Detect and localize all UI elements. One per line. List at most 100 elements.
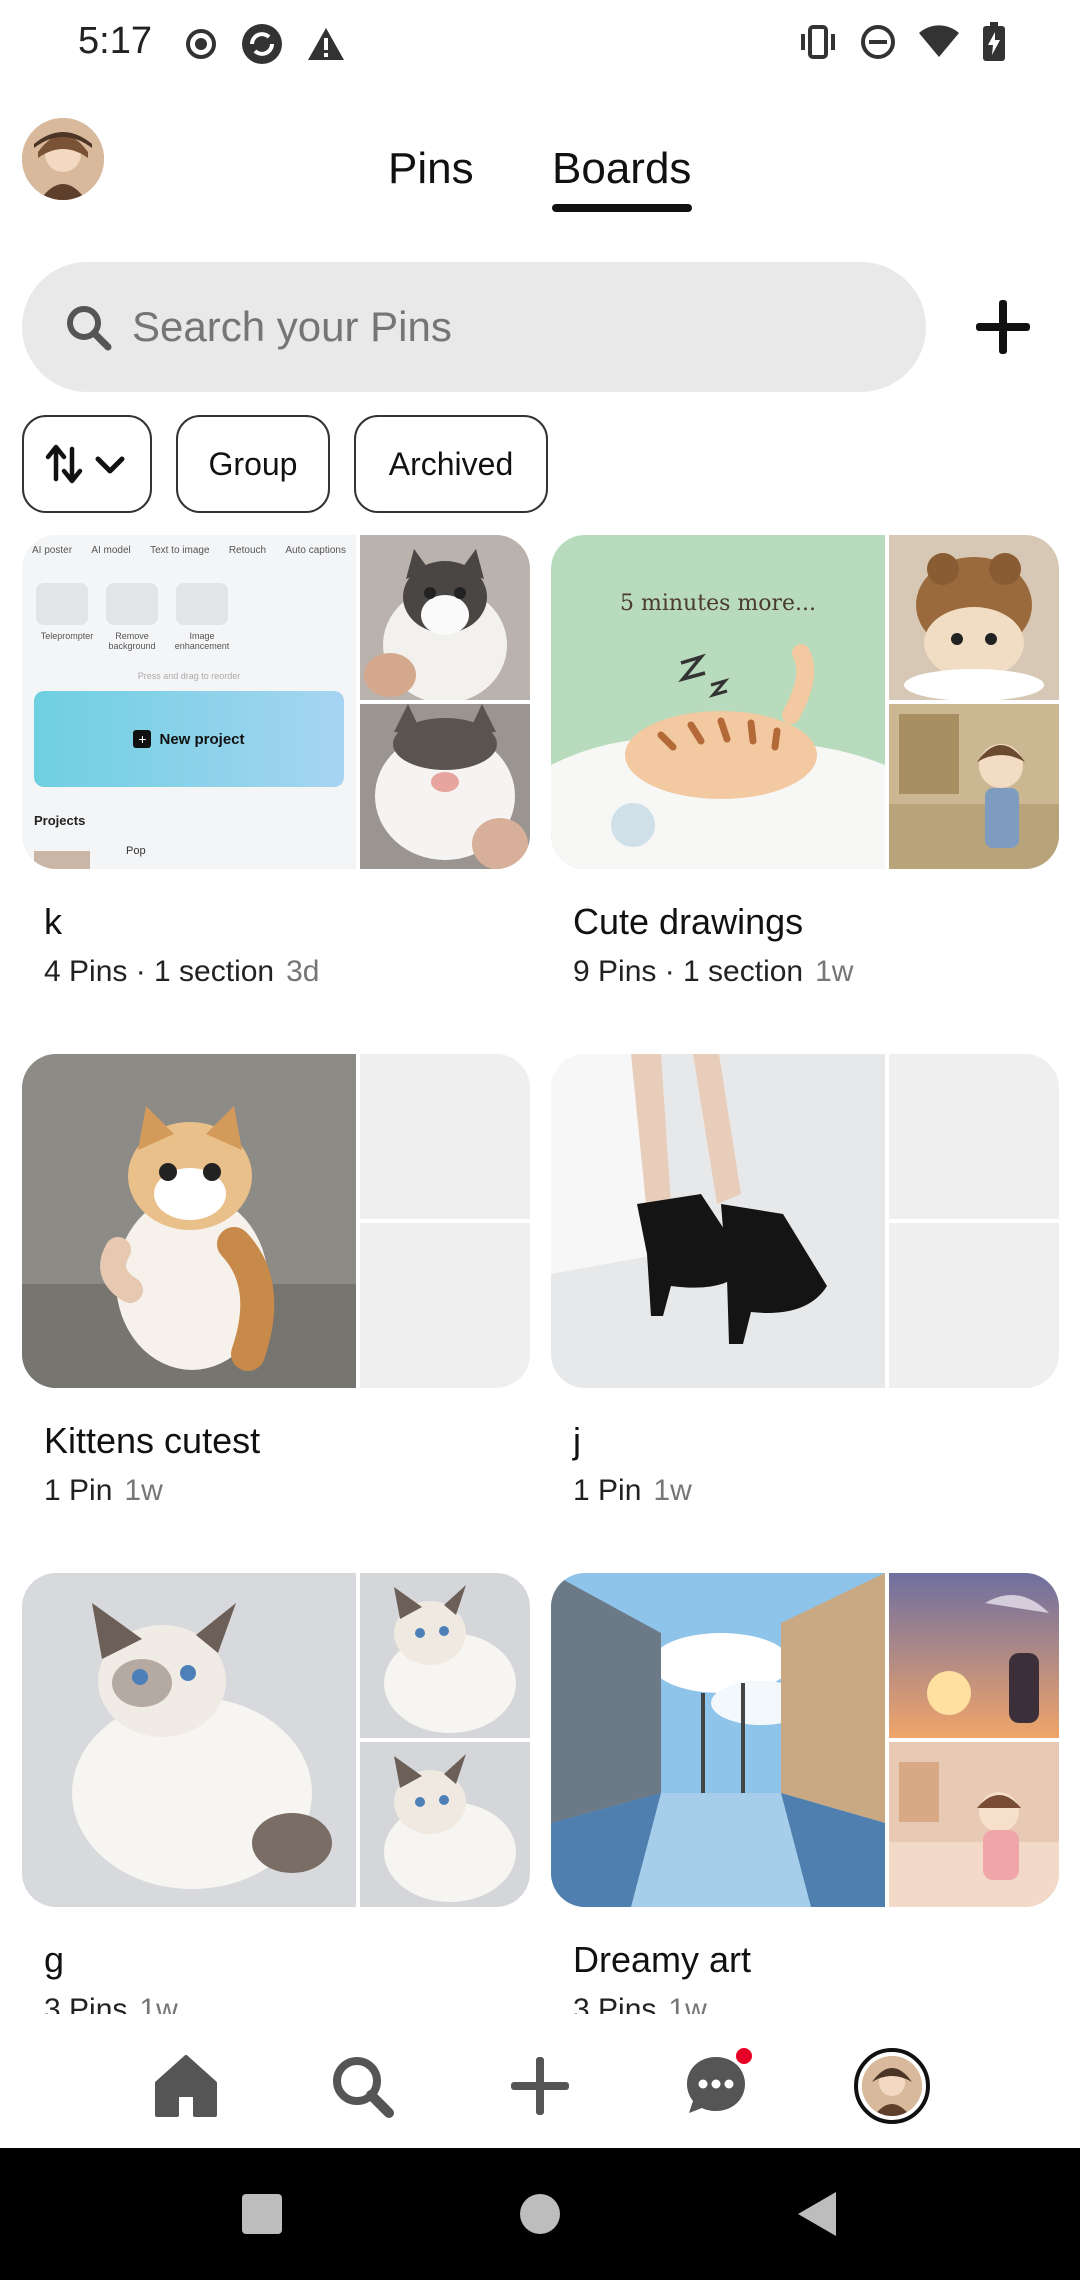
board-cover-image-ragdoll-cat — [360, 1573, 530, 1738]
status-bar: 5:17 — [0, 0, 1080, 88]
board-cover-placeholder — [889, 1054, 1059, 1219]
tool-label: Image enhancement — [174, 631, 230, 651]
board-cover-image-shoes — [551, 1054, 885, 1388]
board-title: Kittens cutest — [44, 1420, 261, 1461]
tool-label: Teleprompter — [40, 631, 94, 641]
nav-create[interactable] — [500, 2046, 580, 2126]
wifi-icon — [919, 25, 959, 57]
reorder-hint: Press and drag to reorder — [137, 671, 241, 681]
add-board-button[interactable] — [968, 292, 1038, 362]
profile-avatar — [854, 2048, 930, 2124]
vibrate-icon — [801, 25, 835, 59]
tab-bar: Pins Boards — [0, 130, 1080, 230]
menu-item: AI model — [91, 545, 131, 556]
board-cover-image-ragdoll-cat — [360, 1742, 530, 1907]
board-cover-image-anime-girl — [889, 704, 1059, 869]
active-tab-indicator — [552, 204, 692, 212]
record-icon — [186, 29, 216, 59]
board-meta: 9 Pins · 1 section 1w — [573, 955, 853, 989]
search-icon — [333, 2057, 394, 2118]
plus-icon — [976, 300, 1030, 354]
board-cover-placeholder — [889, 1223, 1059, 1388]
board-card-kittens-cutest[interactable]: Kittens cutest 1 Pin 1w — [22, 1054, 530, 1507]
board-cover-image-kitten — [22, 1054, 356, 1388]
board-title: g — [44, 1939, 65, 1980]
circle-icon — [520, 2194, 560, 2234]
system-navigation-bar — [0, 2148, 1080, 2280]
board-age: 1w — [124, 1474, 163, 1507]
warning-icon — [308, 28, 344, 60]
board-cover-image-anime-room — [889, 1742, 1059, 1907]
board-title: j — [573, 1420, 581, 1461]
pin-count: 4 Pins · 1 section — [44, 955, 275, 988]
board-meta: 1 Pin 1w — [44, 1474, 163, 1508]
battery-charging-icon — [983, 22, 1005, 61]
board-cover[interactable] — [551, 1054, 1059, 1388]
chevron-down-icon — [95, 456, 125, 474]
sort-arrows-icon — [45, 444, 125, 484]
project-item: Pop — [126, 845, 146, 857]
bottom-navigation — [0, 2014, 1080, 2148]
board-cover-placeholder — [360, 1054, 530, 1219]
board-age: 3d — [286, 955, 320, 988]
tab-boards[interactable]: Boards — [552, 144, 691, 194]
board-meta: 1 Pin 1w — [573, 1474, 692, 1508]
search-bar[interactable] — [22, 262, 926, 392]
home-icon — [155, 2055, 217, 2117]
tool-label: Remove background — [108, 631, 156, 651]
board-title: Cute drawings — [573, 901, 804, 942]
board-title: k — [44, 901, 62, 942]
board-title: Dreamy art — [573, 1939, 752, 1980]
messages-notification-badge — [736, 2048, 752, 2064]
board-cover-image-app-screenshot: AI poster AI model Text to image Retouch… — [22, 535, 356, 869]
recents-button[interactable] — [222, 2148, 302, 2280]
sync-icon — [242, 24, 282, 64]
board-card-cute-drawings[interactable]: 5 minutes more... Cute drawings 9 Pins ·… — [551, 535, 1059, 988]
do-not-disturb-icon — [861, 25, 895, 59]
board-meta: 4 Pins · 1 section 3d — [44, 955, 320, 989]
board-cover-image-cat — [360, 704, 530, 869]
board-cover[interactable] — [551, 1573, 1059, 1907]
tab-pins[interactable]: Pins — [388, 144, 474, 194]
board-card-g[interactable]: g 3 Pins 1w — [22, 1573, 530, 2026]
new-project-label: New project — [159, 730, 245, 748]
pin-count: 1 Pin — [44, 1474, 113, 1507]
nav-profile[interactable] — [852, 2046, 932, 2126]
back-button[interactable] — [778, 2148, 858, 2280]
board-cover-image-sunset-umbrella — [889, 1573, 1059, 1738]
pin-count: 9 Pins · 1 section — [573, 955, 804, 988]
system-home-button[interactable] — [500, 2148, 580, 2280]
board-age: 1w — [815, 955, 854, 988]
board-cover[interactable] — [22, 1573, 530, 1907]
projects-label: Projects — [34, 813, 86, 828]
search-input[interactable] — [132, 303, 892, 351]
board-cover-image-cat — [360, 535, 530, 703]
board-cover[interactable]: AI poster AI model Text to image Retouch… — [22, 535, 530, 869]
board-cover-image-street — [551, 1573, 885, 1907]
board-cover-placeholder — [360, 1223, 530, 1388]
status-time: 5:17 — [78, 20, 152, 62]
nav-messages[interactable] — [676, 2046, 756, 2126]
archived-filter-button[interactable]: Archived — [354, 415, 548, 513]
board-cover-image-cat-drawing: 5 minutes more... — [551, 535, 885, 869]
back-triangle-icon — [798, 2192, 836, 2236]
menu-item: AI poster — [32, 545, 73, 556]
board-age: 1w — [653, 1474, 692, 1507]
menu-item: Text to image — [150, 545, 210, 556]
sort-button[interactable] — [22, 415, 152, 513]
board-cover-image-kitten-hat — [889, 535, 1059, 701]
board-cover[interactable] — [22, 1054, 530, 1388]
square-icon — [242, 2194, 282, 2234]
menu-item: Auto captions — [285, 545, 346, 556]
board-card-j[interactable]: j 1 Pin 1w — [551, 1054, 1059, 1507]
group-filter-button[interactable]: Group — [176, 415, 330, 513]
board-card-k[interactable]: AI poster AI model Text to image Retouch… — [22, 535, 530, 988]
board-cover[interactable]: 5 minutes more... — [551, 535, 1059, 869]
pin-count: 1 Pin — [573, 1474, 642, 1507]
search-icon — [67, 306, 112, 351]
nav-search[interactable] — [322, 2046, 402, 2126]
create-icon — [511, 2057, 569, 2115]
board-card-dreamy-art[interactable]: Dreamy art 3 Pins 1w — [551, 1573, 1059, 2026]
nav-home[interactable] — [146, 2046, 226, 2126]
menu-item: Retouch — [228, 545, 267, 556]
